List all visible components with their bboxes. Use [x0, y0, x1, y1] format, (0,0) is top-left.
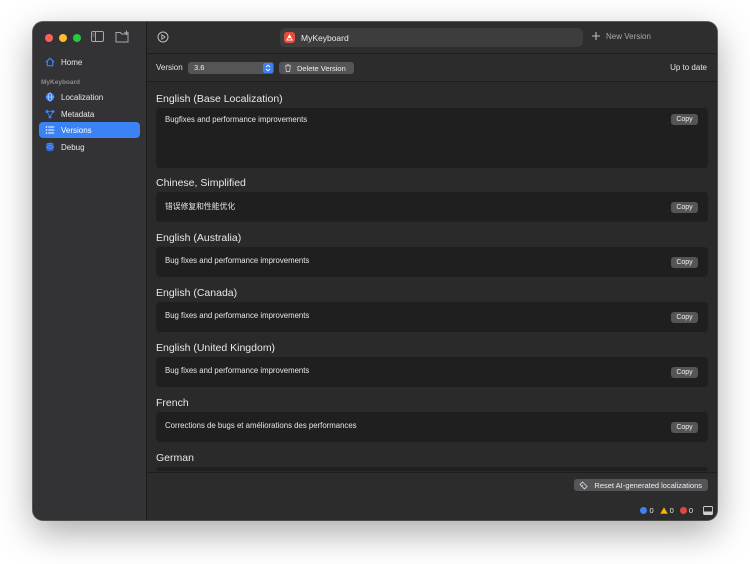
sidebar-item-localization[interactable]: Localization [39, 89, 140, 105]
release-notes-text: Bugfixes and performance improvements [165, 115, 308, 124]
release-notes-field[interactable]: Bug fixes and performance improvements C… [156, 302, 708, 332]
sidebar-item-debug[interactable]: Debug [39, 139, 140, 155]
localization-section: English (United Kingdom) Bug fixes and p… [156, 341, 708, 387]
globe-icon [45, 92, 55, 102]
language-title: English (Base Localization) [156, 93, 283, 105]
localization-section: English (Base Localization) Bugfixes and… [156, 92, 708, 168]
info-count: 0 [649, 506, 654, 515]
plus-icon [592, 32, 600, 40]
sidebar-item-label: Localization [61, 92, 104, 102]
share-nodes-icon [45, 109, 55, 119]
toolbar: MyKeyboard New Version [147, 22, 717, 54]
status-indicators: 0 0 0 [640, 506, 713, 515]
minimize-window-button[interactable] [59, 34, 67, 42]
delete-version-label: Delete Version [297, 63, 346, 73]
database-icon [45, 142, 55, 152]
window-controls [45, 34, 81, 42]
copy-button[interactable]: Copy [671, 257, 698, 268]
language-title: English (United Kingdom) [156, 342, 276, 354]
release-notes-field[interactable]: Bug fixes and performance improvements C… [156, 247, 708, 277]
bottom-panel-toggle-icon[interactable] [703, 506, 713, 515]
sidebar-item-metadata[interactable]: Metadata [39, 106, 140, 122]
release-notes-text: Bug fixes and performance improvements [165, 311, 310, 320]
language-title: English (Australia) [156, 232, 242, 244]
sidebar-item-label: Home [61, 57, 83, 67]
sidebar-item-versions[interactable]: Versions [39, 122, 140, 138]
release-notes-field[interactable]: 错误修复和性能优化 Copy [156, 192, 708, 222]
error-count: 0 [688, 506, 693, 515]
release-notes-text: Bug fixes and performance improvements [165, 366, 310, 375]
warning-count: 0 [669, 506, 674, 515]
language-title: German [156, 452, 194, 464]
sidebar-toggle-icon[interactable] [91, 31, 104, 42]
reset-ai-localizations-button[interactable]: Reset AI-generated localizations [574, 479, 708, 491]
close-window-button[interactable] [45, 34, 53, 42]
app-title: MyKeyboard [301, 32, 349, 43]
new-version-button[interactable]: New Version [591, 31, 651, 41]
error-icon [679, 507, 687, 514]
new-version-label: New Version [606, 31, 651, 41]
warning-status[interactable]: 0 [659, 506, 674, 515]
copy-button[interactable]: Copy [671, 312, 698, 323]
localization-section: English (Australia) Bug fixes and perfor… [156, 231, 708, 277]
version-bar: Version 3.6 Delete Version Up to date [147, 54, 717, 82]
trash-icon [285, 64, 291, 72]
sidebar-section-header: MyKeyboard [41, 79, 81, 86]
zoom-window-button[interactable] [73, 34, 81, 42]
delete-version-button[interactable]: Delete Version [279, 62, 354, 74]
copy-button[interactable]: Copy [671, 202, 698, 213]
warning-triangle-icon [659, 507, 668, 514]
release-notes-text: Corrections de bugs et améliorations des… [165, 421, 357, 430]
version-select[interactable]: 3.6 [188, 62, 274, 74]
bottom-bar: Reset AI-generated localizations 0 0 0 [147, 472, 717, 520]
language-title: Chinese, Simplified [156, 177, 246, 189]
eraser-icon [579, 480, 588, 490]
app-title-field[interactable]: MyKeyboard [280, 28, 583, 47]
sidebar-item-label: Debug [61, 142, 85, 152]
release-notes-field[interactable]: Bugfixes and performance improvements Co… [156, 108, 708, 168]
release-notes-field[interactable] [156, 467, 708, 471]
sidebar-item-label: Metadata [61, 109, 95, 119]
language-title: French [156, 397, 189, 409]
app-logo-icon [284, 32, 295, 43]
localizations-list: English (Base Localization) Bugfixes and… [147, 82, 717, 471]
copy-button[interactable]: Copy [671, 114, 698, 125]
sidebar-item-home[interactable]: Home [39, 54, 140, 70]
error-status[interactable]: 0 [679, 506, 693, 515]
version-label: Version [156, 63, 183, 72]
reset-ai-localizations-label: Reset AI-generated localizations [594, 480, 702, 490]
localization-section: French Corrections de bugs et améliorati… [156, 396, 708, 442]
release-notes-text: 错误修复和性能优化 [165, 202, 236, 211]
localization-section: English (Canada) Bug fixes and performan… [156, 286, 708, 332]
sidebar: Home MyKeyboard Localization Metadata Ve… [33, 22, 147, 520]
list-icon [45, 125, 55, 135]
app-window: Home MyKeyboard Localization Metadata Ve… [33, 22, 717, 520]
localization-section: Chinese, Simplified 错误修复和性能优化 Copy [156, 176, 708, 222]
language-title: English (Canada) [156, 287, 238, 299]
copy-button[interactable]: Copy [671, 367, 698, 378]
copy-button[interactable]: Copy [671, 422, 698, 433]
localization-section: German [156, 451, 708, 471]
play-circle-icon[interactable] [157, 31, 169, 43]
chevron-updown-icon [263, 63, 273, 73]
new-folder-icon[interactable] [115, 30, 130, 43]
info-icon [640, 507, 648, 514]
sidebar-item-label: Versions [61, 125, 92, 135]
release-notes-text: Bug fixes and performance improvements [165, 256, 310, 265]
main-panel: MyKeyboard New Version Version 3.6 Delet… [147, 22, 717, 520]
release-notes-field[interactable]: Bug fixes and performance improvements C… [156, 357, 708, 387]
version-select-value: 3.6 [194, 63, 205, 72]
info-status[interactable]: 0 [640, 506, 654, 515]
release-notes-field[interactable]: Corrections de bugs et améliorations des… [156, 412, 708, 442]
sync-status: Up to date [670, 63, 707, 72]
house-icon [45, 57, 55, 67]
